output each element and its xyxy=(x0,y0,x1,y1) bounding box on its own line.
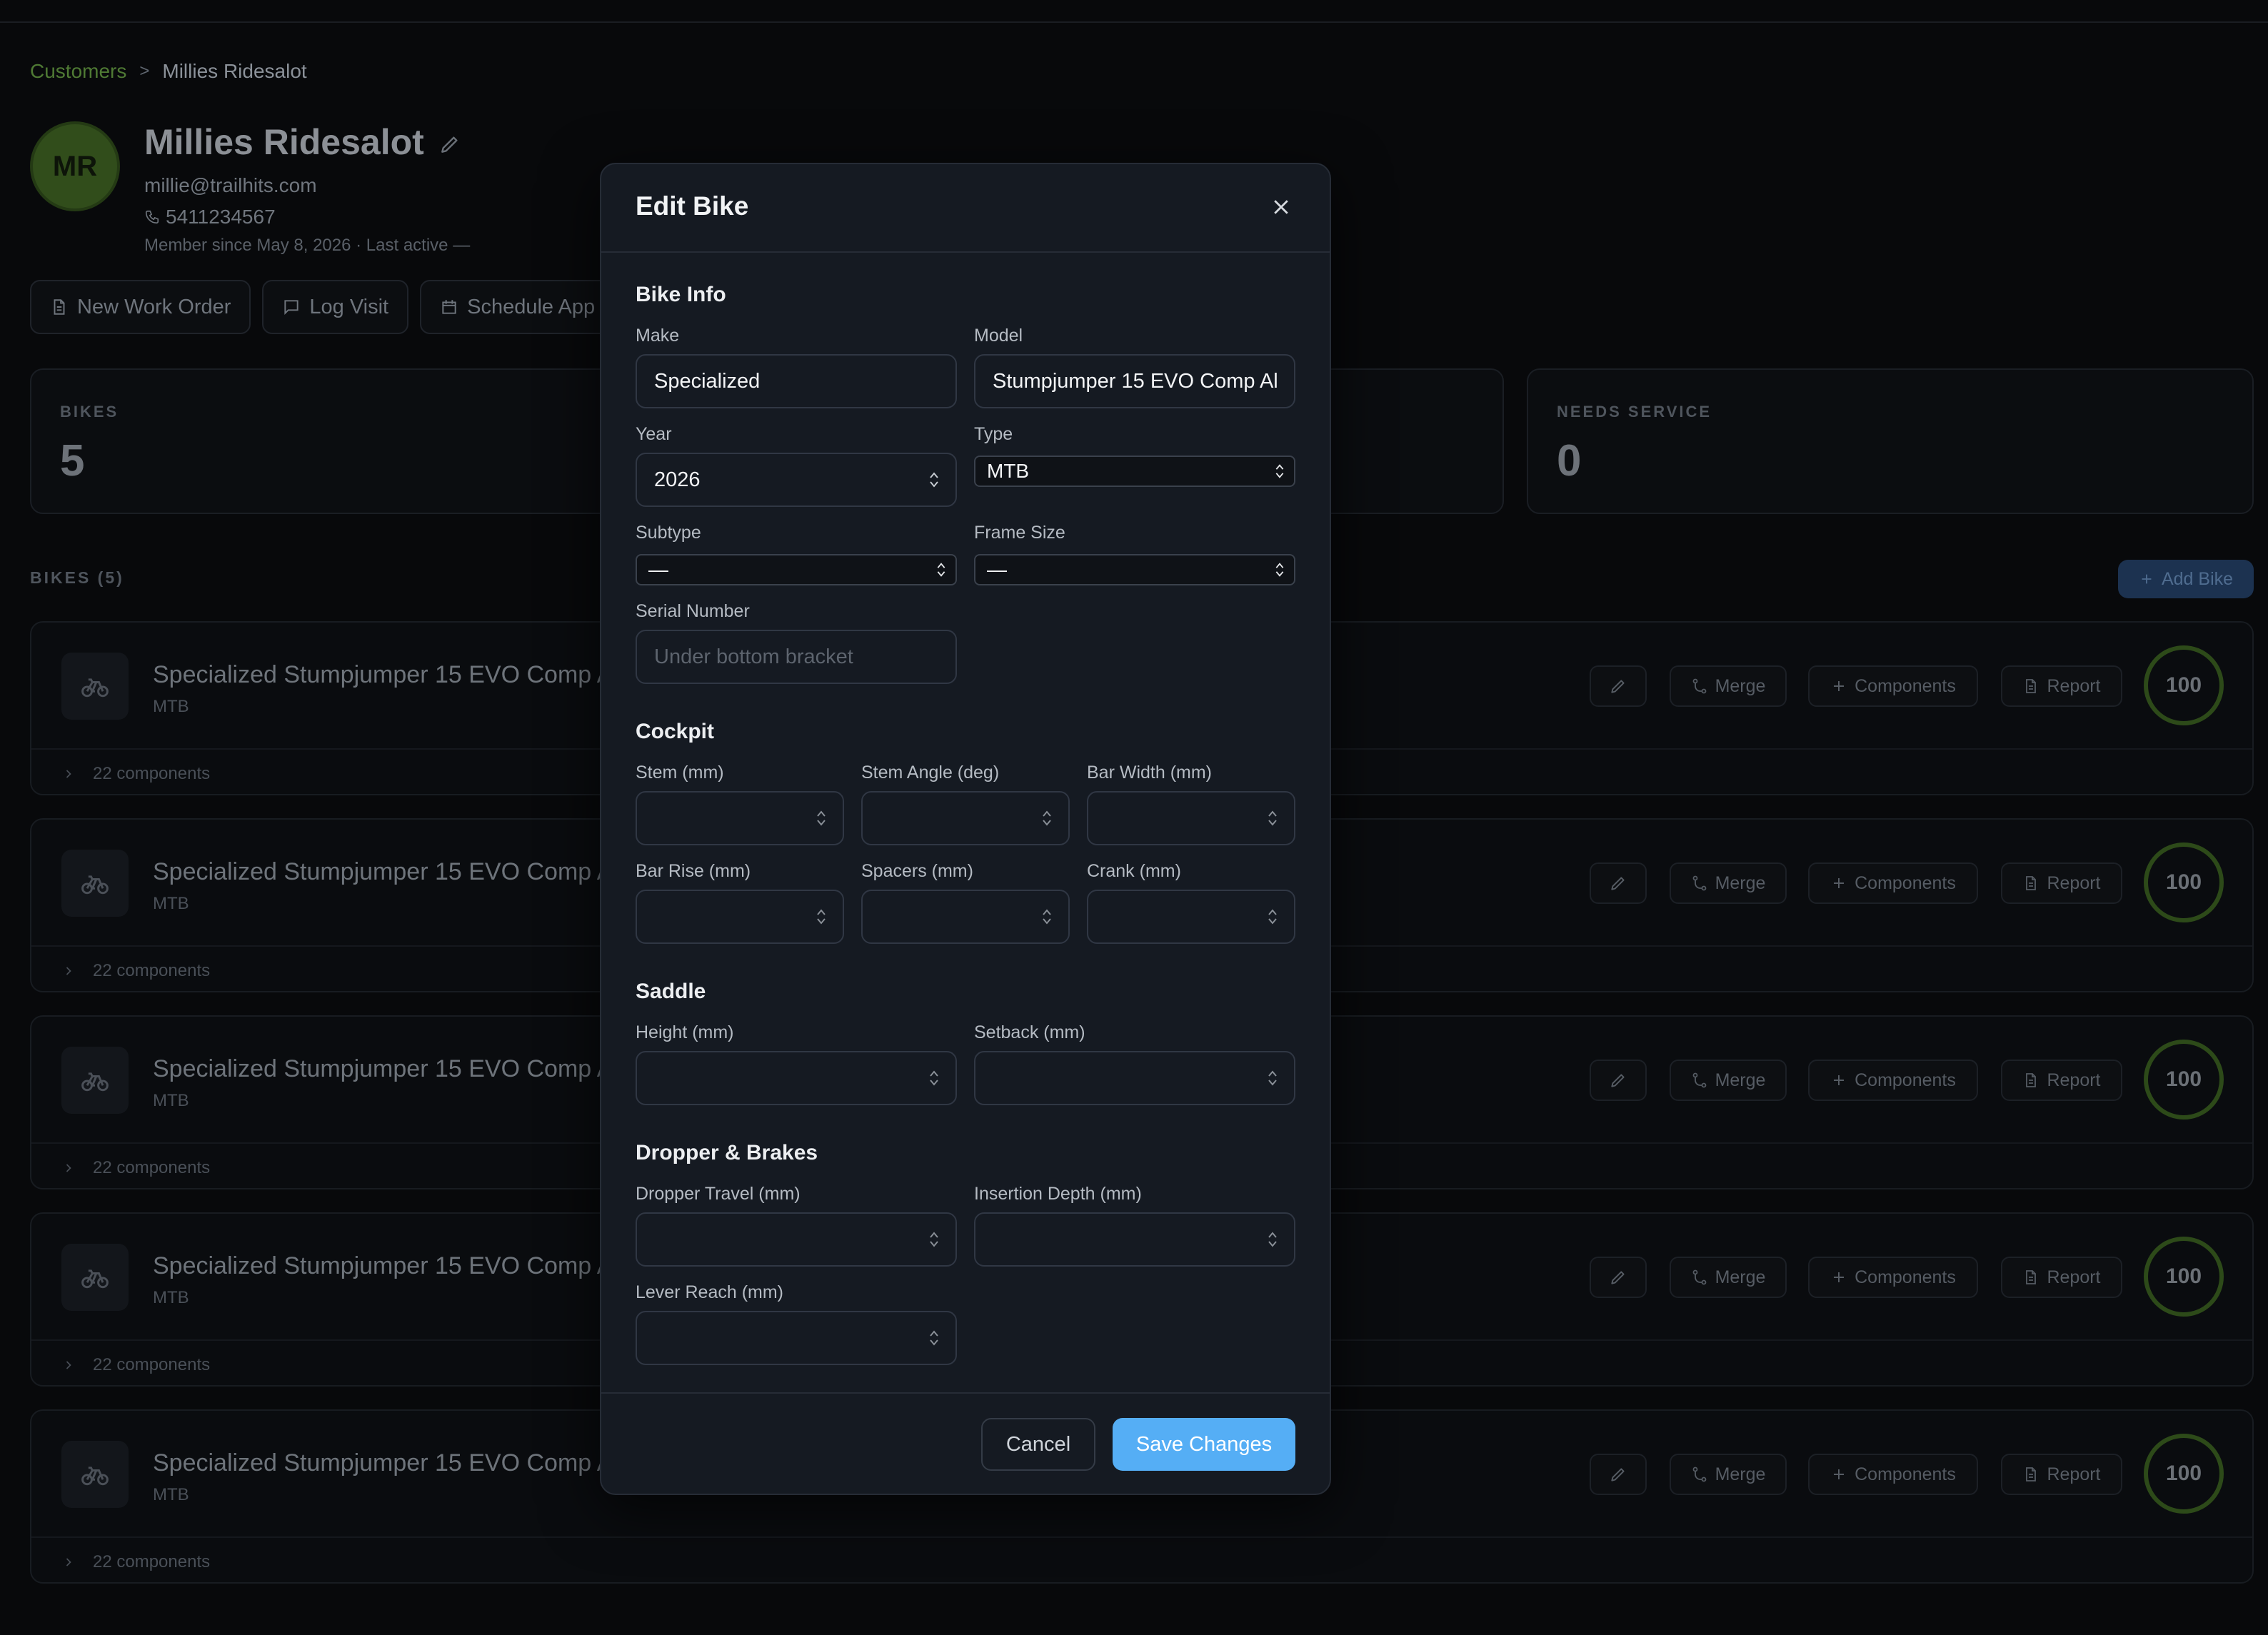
section-dropper-brakes: Dropper & Brakes xyxy=(636,1141,818,1164)
stem-input[interactable] xyxy=(636,791,844,845)
lever-reach-input[interactable] xyxy=(636,1311,957,1365)
model-input[interactable]: Stumpjumper 15 EVO Comp Al xyxy=(974,354,1295,408)
height-input[interactable] xyxy=(636,1051,957,1105)
modal-divider xyxy=(601,251,1330,253)
year-label: Year xyxy=(636,424,672,444)
spinner-icon[interactable] xyxy=(928,1328,940,1348)
crank-label: Crank (mm) xyxy=(1087,861,1181,881)
insertion-depth-input[interactable] xyxy=(974,1212,1295,1267)
spacers-label: Spacers (mm) xyxy=(861,861,973,881)
spinner-icon[interactable] xyxy=(816,808,827,828)
chevron-updown-icon xyxy=(1274,462,1285,481)
section-saddle: Saddle xyxy=(636,980,706,1003)
serial-input[interactable]: Under bottom bracket xyxy=(636,630,957,684)
chevron-updown-icon xyxy=(935,560,947,579)
height-label: Height (mm) xyxy=(636,1022,734,1042)
year-input[interactable]: 2026 xyxy=(636,453,957,507)
spacers-input[interactable] xyxy=(861,890,1070,944)
spinner-icon[interactable] xyxy=(1267,808,1278,828)
spinner-icon[interactable] xyxy=(1267,907,1278,927)
frame-size-label: Frame Size xyxy=(974,523,1065,543)
spinner-icon[interactable] xyxy=(928,1068,940,1088)
spinner-icon[interactable] xyxy=(928,470,940,490)
bar-rise-input[interactable] xyxy=(636,890,844,944)
type-value: MTB xyxy=(987,460,1030,482)
edit-bike-modal: Edit Bike Bike Info Make Specialized Mod… xyxy=(600,163,1331,1495)
frame-size-value: — xyxy=(987,558,1007,580)
section-cockpit: Cockpit xyxy=(636,720,715,743)
spinner-icon[interactable] xyxy=(928,1229,940,1249)
bar-width-input[interactable] xyxy=(1087,791,1295,845)
serial-label: Serial Number xyxy=(636,601,750,621)
cancel-button[interactable]: Cancel xyxy=(981,1418,1095,1471)
make-input[interactable]: Specialized xyxy=(636,354,957,408)
modal-title: Edit Bike xyxy=(636,191,749,221)
setback-label: Setback (mm) xyxy=(974,1022,1085,1042)
stem-label: Stem (mm) xyxy=(636,763,724,783)
subtype-value: — xyxy=(648,558,668,580)
close-button[interactable] xyxy=(1267,193,1295,221)
make-label: Make xyxy=(636,326,680,346)
subtype-select[interactable]: — xyxy=(636,554,957,585)
dropper-travel-input[interactable] xyxy=(636,1212,957,1267)
year-value: 2026 xyxy=(654,468,701,491)
chevron-updown-icon xyxy=(1274,560,1285,579)
spinner-icon[interactable] xyxy=(816,907,827,927)
save-changes-button[interactable]: Save Changes xyxy=(1113,1418,1295,1471)
spinner-icon[interactable] xyxy=(1267,1068,1278,1088)
lever-reach-label: Lever Reach (mm) xyxy=(636,1282,783,1302)
spinner-icon[interactable] xyxy=(1267,1229,1278,1249)
frame-size-select[interactable]: — xyxy=(974,554,1295,585)
type-label: Type xyxy=(974,424,1013,444)
insertion-depth-label: Insertion Depth (mm) xyxy=(974,1184,1142,1204)
stem-angle-label: Stem Angle (deg) xyxy=(861,763,1000,783)
stem-angle-input[interactable] xyxy=(861,791,1070,845)
subtype-label: Subtype xyxy=(636,523,701,543)
bar-width-label: Bar Width (mm) xyxy=(1087,763,1212,783)
dropper-travel-label: Dropper Travel (mm) xyxy=(636,1184,801,1204)
bar-rise-label: Bar Rise (mm) xyxy=(636,861,751,881)
crank-input[interactable] xyxy=(1087,890,1295,944)
close-icon xyxy=(1274,200,1288,214)
type-select[interactable]: MTB xyxy=(974,456,1295,487)
section-bike-info: Bike Info xyxy=(636,283,726,306)
spinner-icon[interactable] xyxy=(1041,907,1053,927)
model-label: Model xyxy=(974,326,1023,346)
setback-input[interactable] xyxy=(974,1051,1295,1105)
spinner-icon[interactable] xyxy=(1041,808,1053,828)
modal-divider xyxy=(601,1392,1330,1394)
